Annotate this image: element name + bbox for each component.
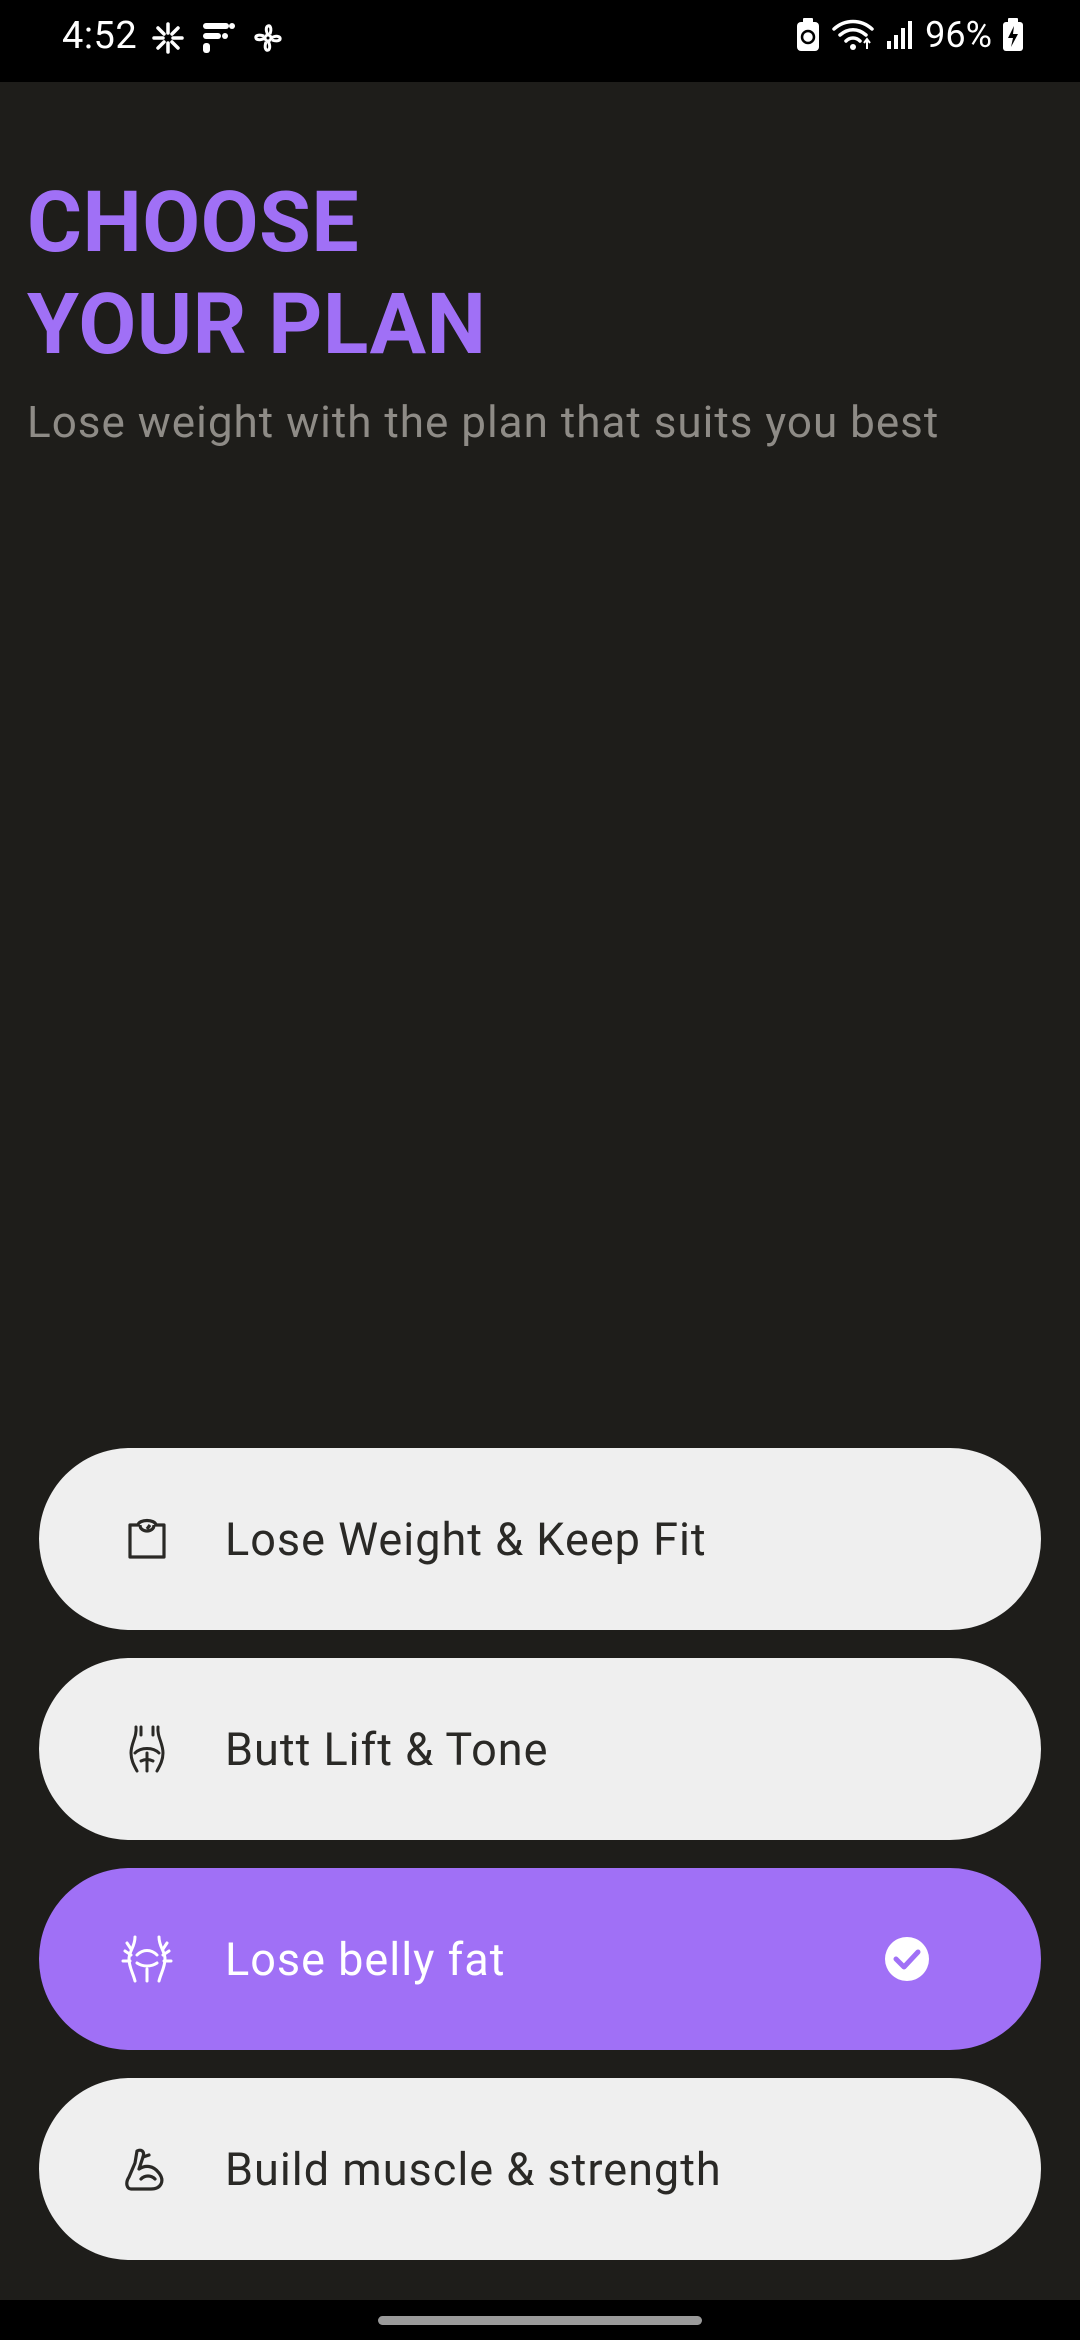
belly-icon <box>121 1933 173 1985</box>
plan-options-list: Lose Weight & Keep Fit Butt Lift & Tone … <box>39 1448 1041 2288</box>
page-subtitle: Lose weight with the plan that suits you… <box>27 396 940 448</box>
pinwheel-icon <box>150 20 186 56</box>
status-notification-icons <box>150 20 286 56</box>
plan-label: Lose Weight & Keep Fit <box>225 1512 707 1566</box>
page-title: CHOOSE YOUR PLAN <box>27 172 486 376</box>
scale-icon <box>121 1513 173 1565</box>
battery-percent: 96% <box>925 14 992 56</box>
check-circle-icon <box>883 1935 931 1983</box>
wifi-icon <box>831 17 875 53</box>
plan-selection-screen: 4:52 96% CHOOSE YOUR PLAN Lose weight wi… <box>0 0 1080 2340</box>
plan-option-lose-weight[interactable]: Lose Weight & Keep Fit <box>39 1448 1041 1630</box>
battery-charging-icon <box>1002 17 1024 53</box>
navigation-bar <box>0 2300 1080 2340</box>
plan-label: Butt Lift & Tone <box>225 1722 549 1776</box>
plan-label: Lose belly fat <box>225 1932 506 1986</box>
plan-label: Build muscle & strength <box>225 2142 722 2196</box>
plan-option-butt-lift[interactable]: Butt Lift & Tone <box>39 1658 1041 1840</box>
home-indicator[interactable] <box>378 2316 702 2325</box>
plan-option-build-muscle[interactable]: Build muscle & strength <box>39 2078 1041 2260</box>
title-line-1: CHOOSE <box>27 173 360 272</box>
hips-icon <box>121 1723 173 1775</box>
recycle-battery-icon <box>795 17 821 53</box>
status-system-icons: 96% <box>795 14 1024 56</box>
title-line-2: YOUR PLAN <box>27 275 487 374</box>
status-bar: 4:52 96% <box>0 0 1080 82</box>
muscle-arm-icon <box>121 2143 173 2195</box>
fan-icon <box>250 20 286 56</box>
signal-icon <box>885 17 915 53</box>
fitness-app-icon <box>200 20 236 56</box>
plan-option-belly-fat[interactable]: Lose belly fat <box>39 1868 1041 2050</box>
status-time: 4:52 <box>62 14 138 58</box>
